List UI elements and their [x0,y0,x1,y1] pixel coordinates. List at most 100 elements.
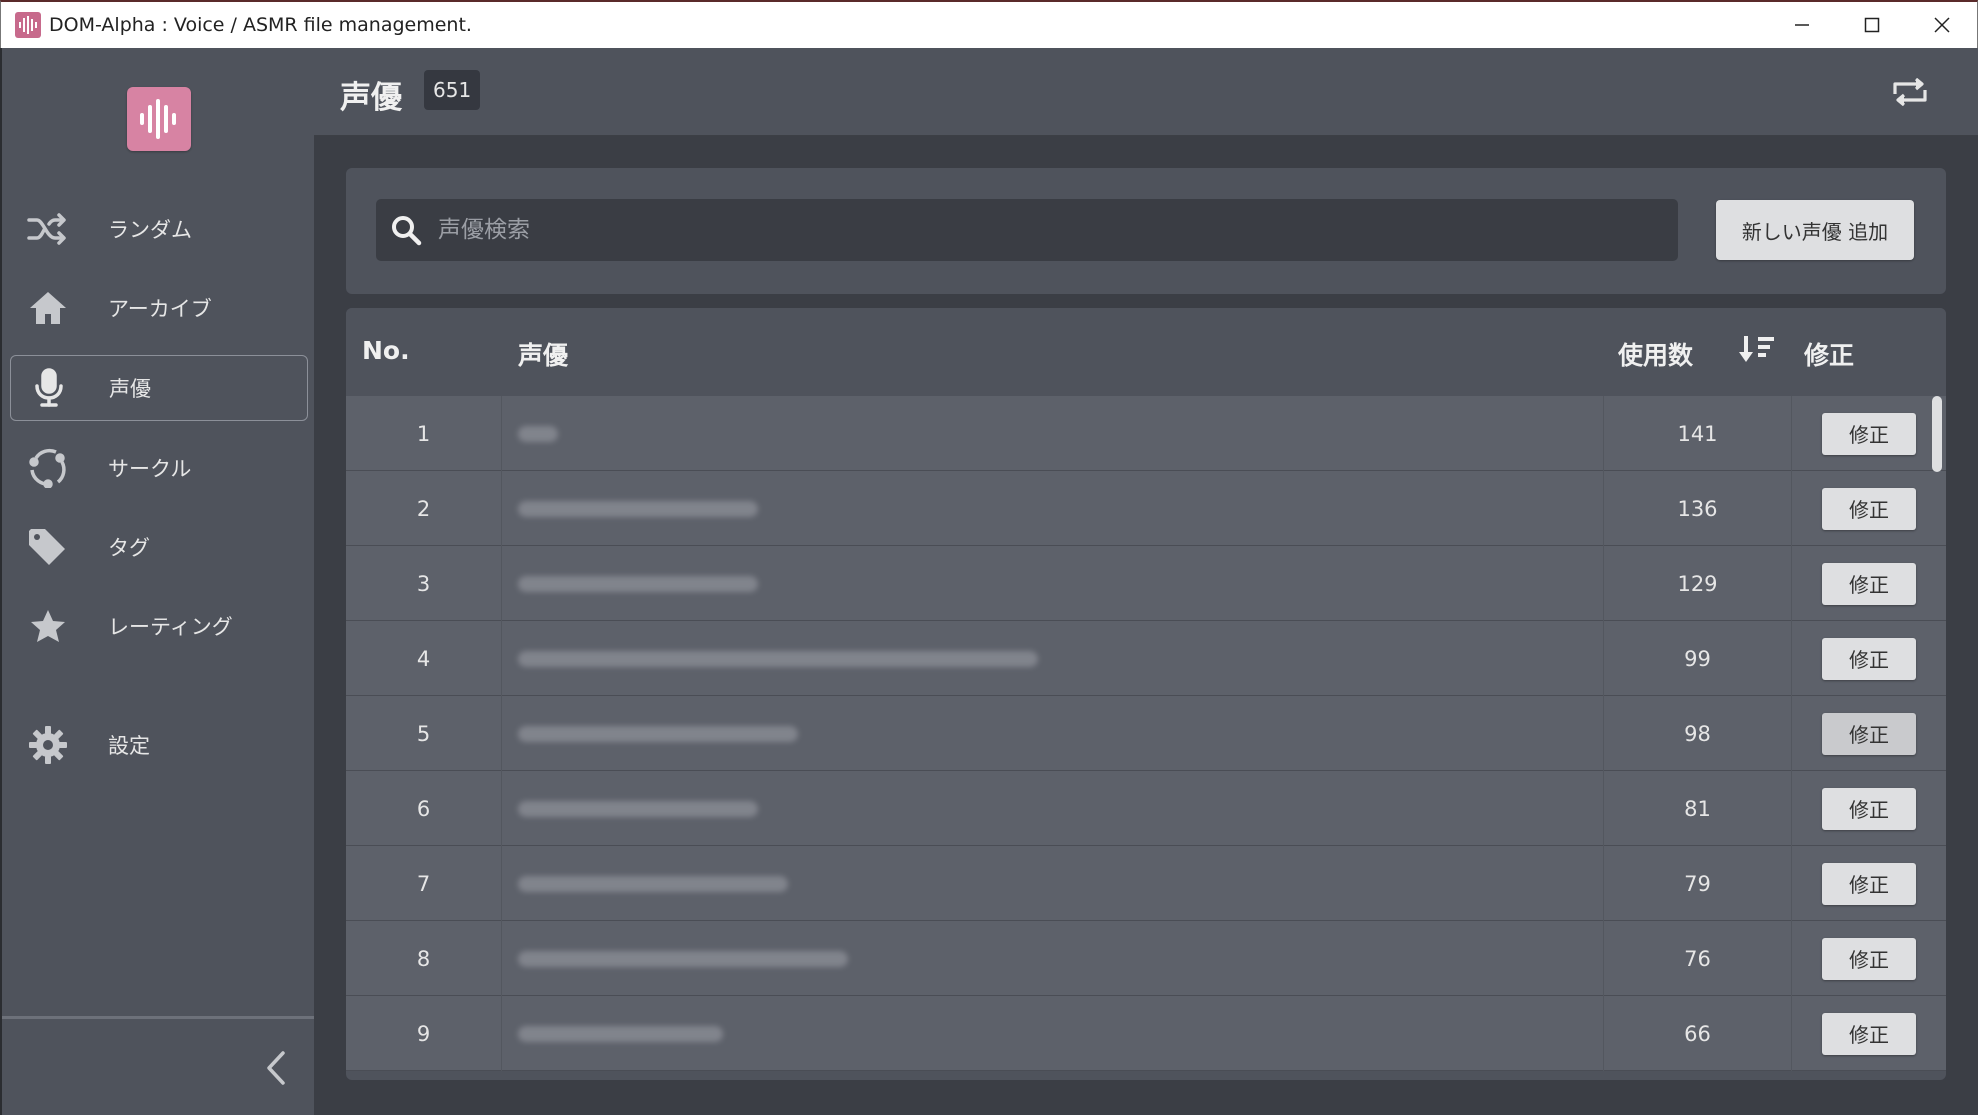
sidebar-item-label: タグ [108,536,150,560]
redacted-name [518,576,758,592]
voice-actor-name [502,846,1604,921]
table-row[interactable]: 4 99 修正 [346,621,1946,696]
table-row[interactable]: 7 79 修正 [346,846,1946,921]
sidebar-item-label: 声優 [109,377,151,401]
column-header-action: 修正 [1804,341,1855,370]
table-header: No. 声優 使用数 修正 [346,308,1946,396]
sidebar-item-settings[interactable]: 設定 [10,712,308,778]
edit-button[interactable]: 修正 [1822,712,1916,755]
edit-button[interactable]: 修正 [1822,412,1916,455]
edit-button[interactable]: 修正 [1822,862,1916,905]
close-window-button[interactable] [1907,2,1977,48]
table-row[interactable]: 3 129 修正 [346,546,1946,621]
column-header-no[interactable]: No. [362,336,410,365]
sidebar-item-circle[interactable]: サークル [10,435,308,501]
sidebar-item-archive[interactable]: アーカイブ [10,275,308,341]
usage-count: 141 [1604,396,1792,471]
row-number: 5 [346,696,502,771]
page-title: 声優 [340,80,402,116]
column-header-name[interactable]: 声優 [518,336,568,372]
edit-button[interactable]: 修正 [1822,787,1916,830]
row-number: 1 [346,396,502,471]
column-header-count[interactable]: 使用数 [1618,336,1693,372]
voice-actor-name [502,546,1604,621]
count-badge: 651 [424,70,481,110]
home-icon [14,290,82,326]
table-scrollbar[interactable] [1932,396,1942,472]
edit-button[interactable]: 修正 [1822,937,1916,980]
sidebar-item-voice-actors[interactable]: 声優 [10,355,308,421]
sidebar-item-label: レーティング [108,615,233,639]
sidebar-item-rating[interactable]: レーティング [10,593,308,659]
table-row[interactable]: 1 141 修正 [346,396,1946,471]
row-number: 9 [346,996,502,1071]
sidebar-divider [2,1016,314,1019]
redacted-name [518,951,848,967]
star-icon [14,608,82,644]
table-row[interactable]: 5 98 修正 [346,696,1946,771]
maximize-button[interactable] [1837,2,1907,48]
redacted-name [518,501,758,517]
edit-button[interactable]: 修正 [1822,487,1916,530]
row-actions: 修正 [1792,846,1946,921]
edit-button[interactable]: 修正 [1822,1012,1916,1055]
edit-button[interactable]: 修正 [1822,562,1916,605]
row-number: 8 [346,921,502,996]
row-actions: 修正 [1792,621,1946,696]
sidebar-item-label: 設定 [108,734,150,758]
redacted-name [518,1026,723,1042]
usage-count: 79 [1604,846,1792,921]
app-logo-icon [15,12,41,38]
redacted-name [518,651,1038,667]
search-panel: 新しい声優 追加 [346,168,1946,294]
sidebar: ランダム アーカイブ 声優 サークル タグ レーティング 設定 [0,48,314,1115]
window-title: DOM-Alpha : Voice / ASMR file management… [49,14,472,36]
voice-actor-name [502,771,1604,846]
repeat-icon [1891,77,1929,110]
tag-icon [14,527,82,567]
table-row[interactable]: 9 66 修正 [346,996,1946,1071]
redacted-name [518,726,798,742]
row-actions: 修正 [1792,471,1946,546]
window-titlebar: DOM-Alpha : Voice / ASMR file management… [0,0,1978,48]
row-number: 6 [346,771,502,846]
row-actions: 修正 [1792,996,1946,1071]
add-voice-actor-button[interactable]: 新しい声優 追加 [1716,200,1914,260]
voice-actor-name [502,996,1604,1071]
sidebar-item-label: サークル [108,457,192,481]
sidebar-item-tags[interactable]: タグ [10,514,308,580]
shuffle-icon [14,212,82,246]
search-input[interactable] [438,217,1638,243]
edit-button[interactable]: 修正 [1822,637,1916,680]
sidebar-item-random[interactable]: ランダム [10,196,308,262]
sidebar-item-label: ランダム [108,218,192,242]
app-logo-icon [127,87,191,151]
search-icon [390,214,426,246]
row-number: 2 [346,471,502,546]
redacted-name [518,426,558,442]
usage-count: 76 [1604,921,1792,996]
row-number: 4 [346,621,502,696]
row-actions: 修正 [1792,696,1946,771]
sidebar-item-label: アーカイブ [108,297,212,321]
refresh-button[interactable] [1890,76,1930,112]
chevron-left-icon [265,1050,287,1090]
usage-count: 99 [1604,621,1792,696]
sort-descending-icon[interactable] [1736,334,1776,372]
minimize-button[interactable] [1767,2,1837,48]
redacted-name [518,801,758,817]
redacted-name [518,876,788,892]
voice-actor-name [502,621,1604,696]
table-row[interactable]: 6 81 修正 [346,771,1946,846]
row-actions: 修正 [1792,546,1946,621]
table-row[interactable]: 8 76 修正 [346,921,1946,996]
usage-count: 98 [1604,696,1792,771]
usage-count: 66 [1604,996,1792,1071]
row-actions: 修正 [1792,396,1946,471]
gear-icon [14,725,82,765]
collapse-sidebar-button[interactable] [256,1048,296,1092]
table-row[interactable]: 2 136 修正 [346,471,1946,546]
voice-actor-table: No. 声優 使用数 修正 1 141 修正 2 136 修正 3 129 修正 4 99 修正 5 98… [346,308,1946,1080]
main-content: 新しい声優 追加 No. 声優 使用数 修正 1 141 修正 2 136 修正 3 129 修… [314,136,1978,1115]
search-box[interactable] [376,199,1678,261]
